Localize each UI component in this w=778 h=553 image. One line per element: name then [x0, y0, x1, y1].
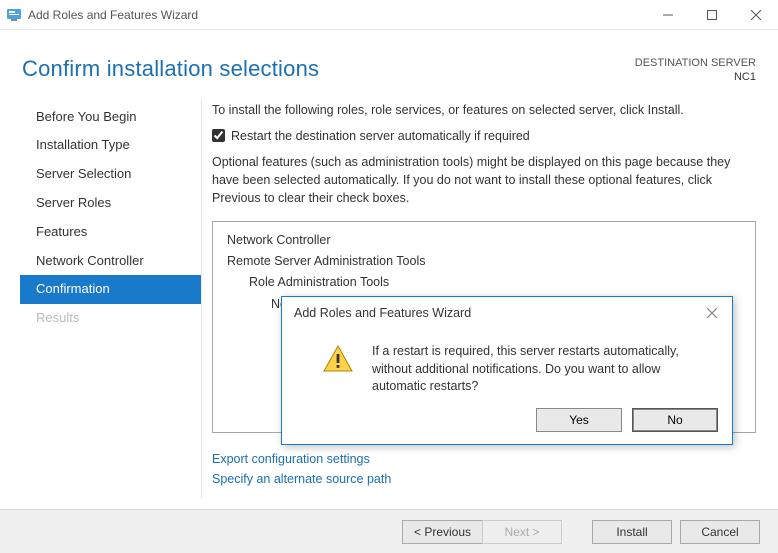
- destination-label: DESTINATION SERVER: [635, 56, 756, 70]
- summary-item: Role Administration Tools: [249, 272, 741, 293]
- step-server-roles[interactable]: Server Roles: [20, 189, 201, 218]
- summary-item: Remote Server Administration Tools: [227, 251, 741, 272]
- nav-button-pair: < Previous Next >: [402, 520, 562, 544]
- destination-block: DESTINATION SERVER NC1: [635, 56, 756, 85]
- wizard-steps-sidebar: Before You Begin Installation Type Serve…: [20, 99, 202, 499]
- maximize-button[interactable]: [690, 0, 734, 30]
- optional-features-text: Optional features (such as administratio…: [212, 153, 756, 207]
- step-results: Results: [20, 304, 201, 333]
- close-button[interactable]: [734, 0, 778, 30]
- window-title: Add Roles and Features Wizard: [28, 8, 198, 22]
- dialog-yes-button[interactable]: Yes: [536, 408, 622, 432]
- dialog-no-button[interactable]: No: [632, 408, 718, 432]
- intro-text: To install the following roles, role ser…: [212, 103, 756, 117]
- step-confirmation[interactable]: Confirmation: [20, 275, 201, 304]
- restart-checkbox[interactable]: [212, 129, 225, 142]
- page-header: Confirm installation selections DESTINAT…: [0, 30, 778, 85]
- previous-button[interactable]: < Previous: [402, 520, 482, 544]
- warning-icon: [322, 343, 354, 375]
- summary-item: Network Controller: [227, 230, 741, 251]
- links-block: Export configuration settings Specify an…: [212, 449, 756, 489]
- page-title: Confirm installation selections: [22, 56, 319, 82]
- dialog-body: If a restart is required, this server re…: [282, 329, 732, 408]
- titlebar-left: Add Roles and Features Wizard: [6, 7, 198, 23]
- step-server-selection[interactable]: Server Selection: [20, 160, 201, 189]
- install-button[interactable]: Install: [592, 520, 672, 544]
- step-network-controller[interactable]: Network Controller: [20, 247, 201, 276]
- destination-name: NC1: [635, 70, 756, 84]
- step-features[interactable]: Features: [20, 218, 201, 247]
- dialog-close-button[interactable]: [700, 303, 724, 323]
- dialog-titlebar: Add Roles and Features Wizard: [282, 297, 732, 329]
- export-config-link[interactable]: Export configuration settings: [212, 452, 370, 466]
- step-before-you-begin[interactable]: Before You Begin: [20, 103, 201, 132]
- server-manager-icon: [6, 7, 22, 23]
- minimize-button[interactable]: [646, 0, 690, 30]
- confirm-restart-dialog: Add Roles and Features Wizard If a resta…: [281, 296, 733, 445]
- alternate-source-link[interactable]: Specify an alternate source path: [212, 472, 391, 486]
- cancel-button[interactable]: Cancel: [680, 520, 760, 544]
- dialog-title: Add Roles and Features Wizard: [294, 306, 471, 320]
- dialog-message: If a restart is required, this server re…: [372, 343, 708, 408]
- restart-checkbox-label: Restart the destination server automatic…: [231, 129, 530, 143]
- window-controls: [646, 0, 778, 30]
- wizard-footer: < Previous Next > Install Cancel: [0, 509, 778, 553]
- next-button: Next >: [482, 520, 562, 544]
- restart-checkbox-row: Restart the destination server automatic…: [212, 129, 756, 143]
- step-installation-type[interactable]: Installation Type: [20, 131, 201, 160]
- window-titlebar: Add Roles and Features Wizard: [0, 0, 778, 30]
- dialog-actions: Yes No: [282, 408, 732, 444]
